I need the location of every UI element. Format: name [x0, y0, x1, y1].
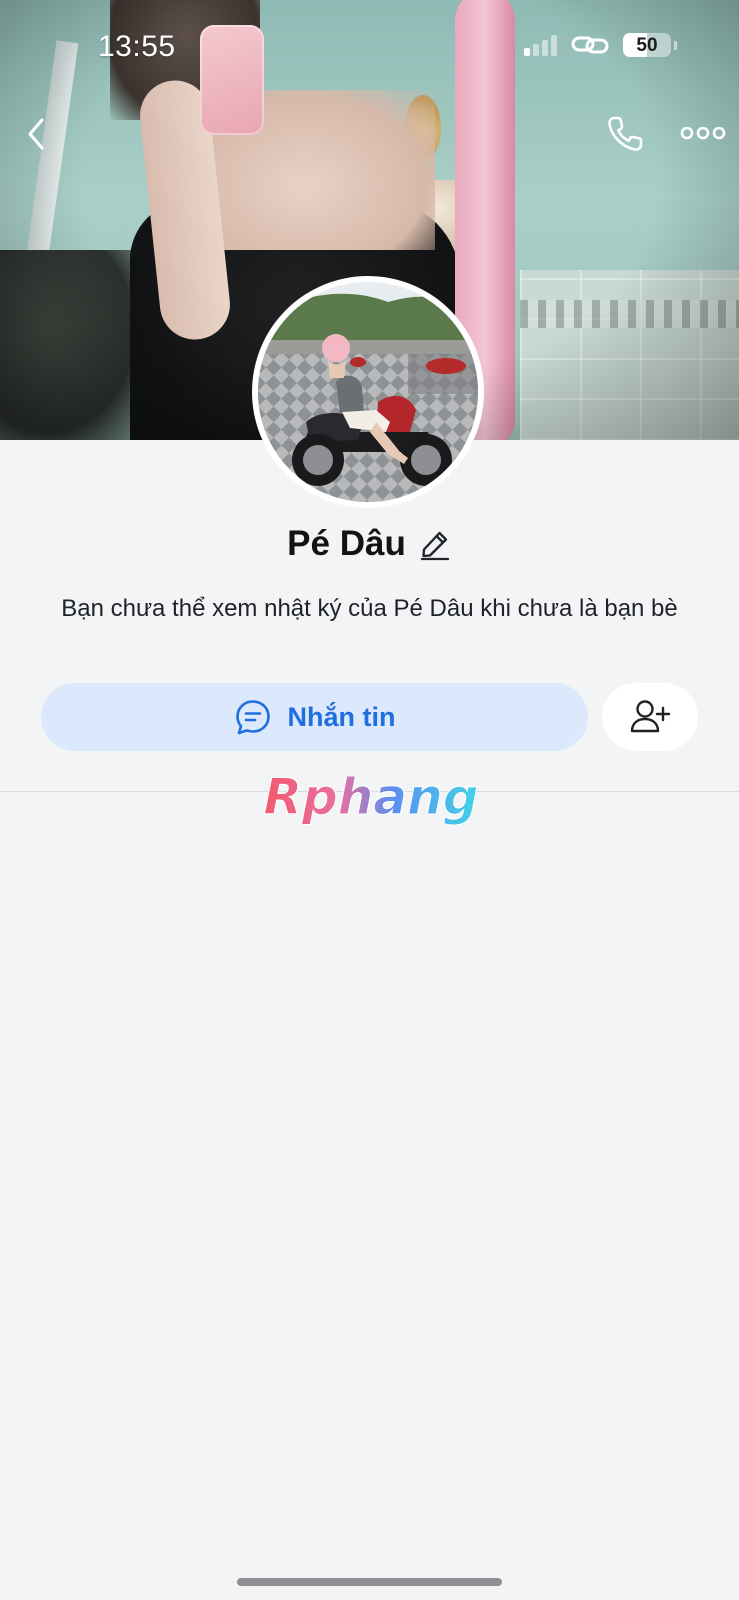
call-button[interactable] [603, 112, 647, 156]
status-icons: 50 [524, 33, 677, 57]
link-icon [571, 36, 609, 54]
watermark-logo: Rphang [263, 770, 479, 827]
message-button[interactable]: Nhắn tin [41, 683, 588, 751]
phone-icon [608, 116, 643, 151]
avatar[interactable] [252, 276, 484, 508]
avatar-photo [258, 282, 478, 502]
watermark-text: Rphang [263, 770, 478, 826]
signal-bar [551, 35, 557, 56]
pencil-icon[interactable] [418, 527, 452, 561]
more-horizontal-icon [680, 126, 726, 140]
signal-icon [524, 34, 557, 56]
signal-bar [533, 44, 539, 56]
profile-name-row: Pé Dâu [0, 524, 739, 564]
back-button[interactable] [18, 112, 58, 156]
battery-tip [674, 40, 677, 50]
signal-bar [542, 40, 548, 56]
add-user-icon [630, 700, 671, 733]
more-button[interactable] [680, 118, 726, 148]
home-indicator[interactable] [237, 1578, 502, 1586]
avatar-image [258, 282, 478, 502]
message-button-label: Nhắn tin [287, 701, 396, 732]
signal-bar [524, 48, 530, 56]
add-friend-button[interactable] [602, 683, 698, 751]
status-time: 13:55 [98, 30, 176, 63]
chevron-left-icon [28, 118, 44, 150]
profile-name: Pé Dâu [287, 524, 406, 563]
chat-bubble-icon [235, 700, 270, 735]
privacy-note: Bạn chưa thể xem nhật ký của Pé Dâu khi … [61, 595, 678, 622]
battery-level: 50 [636, 35, 658, 56]
battery-icon: 50 [623, 33, 671, 57]
